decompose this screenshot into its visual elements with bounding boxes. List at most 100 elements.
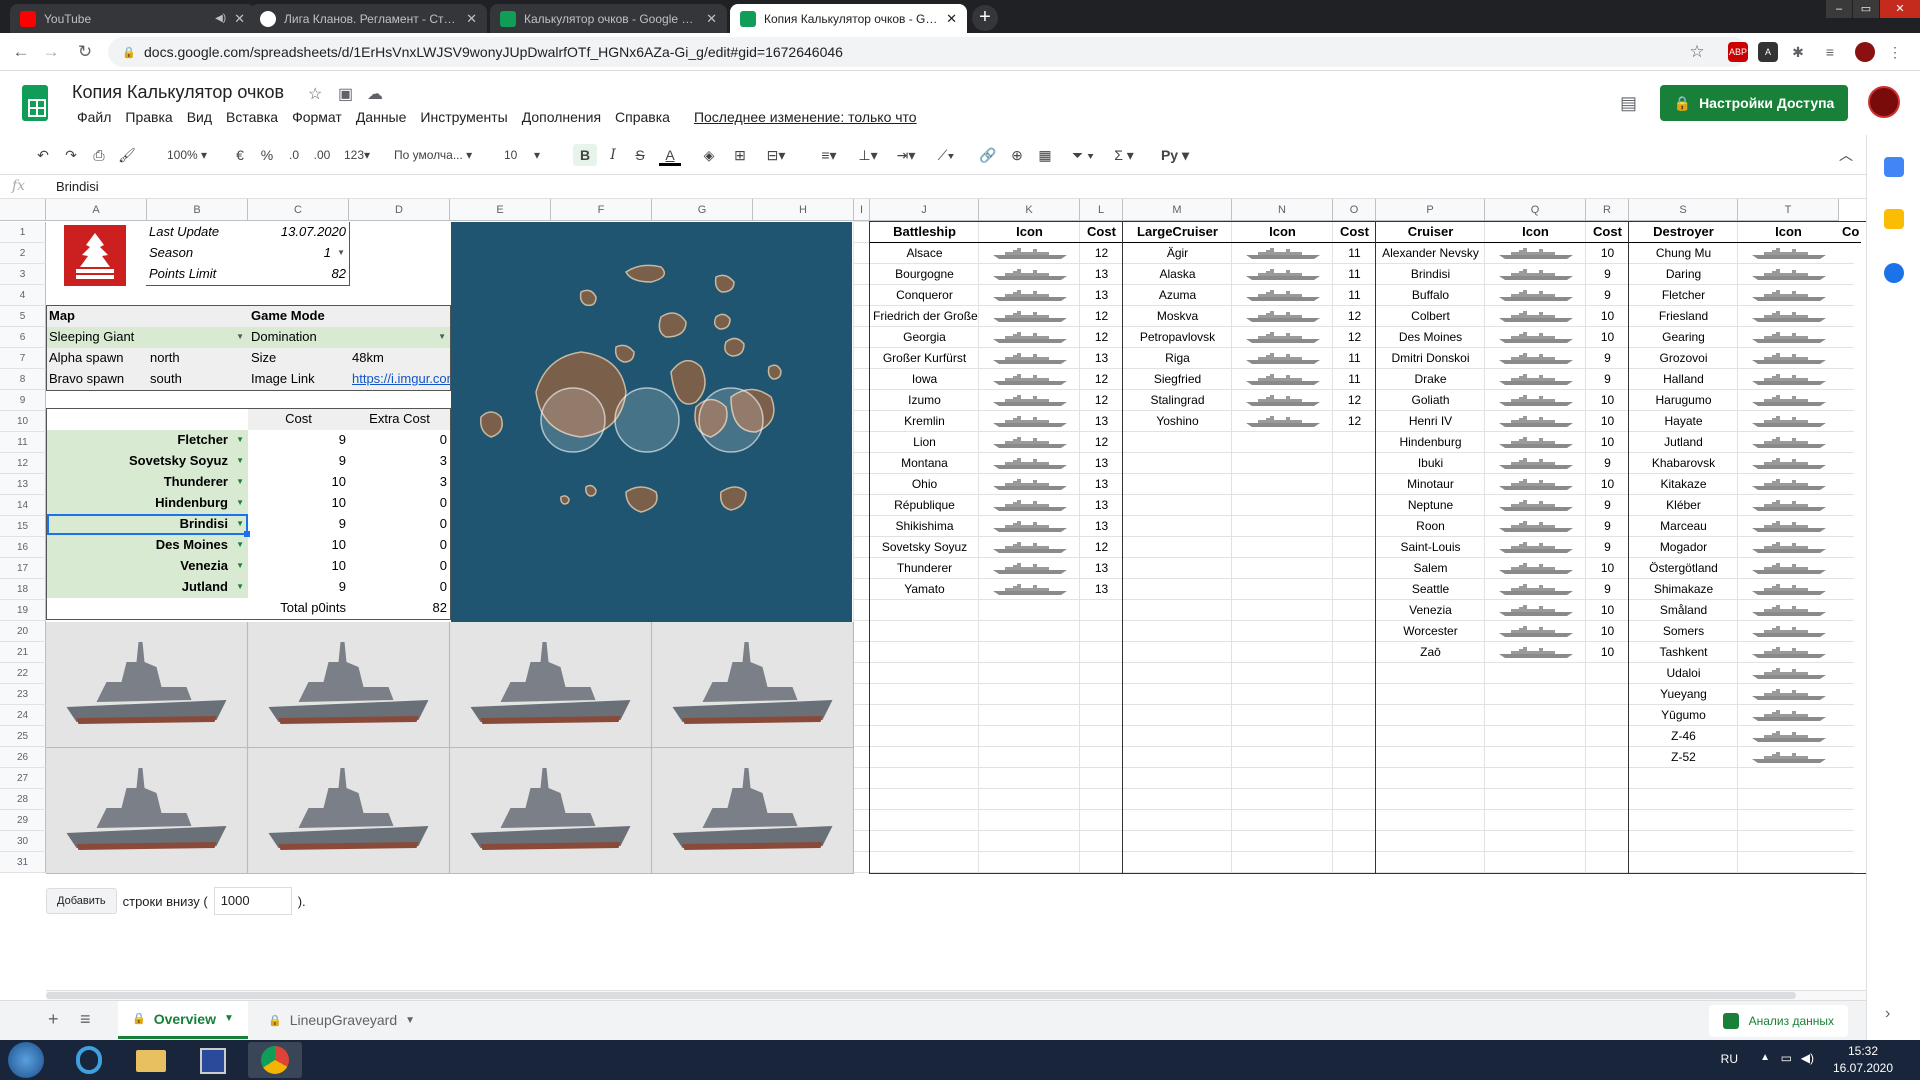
row-header[interactable]: 30 [0, 831, 46, 852]
browser-tab-copy-calculator[interactable]: Копия Калькулятор очков - Goo ✕ [730, 4, 967, 33]
tray-arrow-icon[interactable]: ▲ [1760, 1052, 1770, 1063]
menu-help[interactable]: Справка [608, 109, 677, 125]
merge-cells-icon[interactable]: ⊟▾ [759, 144, 793, 166]
font-select[interactable]: По умолча... ▾ [394, 144, 486, 166]
row-header[interactable]: 10 [0, 411, 46, 432]
row-header[interactable]: 7 [0, 348, 46, 369]
selected-cell-brindisi[interactable] [47, 514, 248, 535]
row-header[interactable]: 18 [0, 579, 46, 600]
fill-color-icon[interactable]: ◈ [698, 144, 720, 166]
save-app-icon[interactable] [186, 1042, 240, 1078]
increase-decimal-button[interactable]: .00 [310, 144, 334, 166]
expand-panel-icon[interactable]: › [1885, 1005, 1890, 1023]
clock-date[interactable]: 16.07.2020 [1828, 1061, 1898, 1075]
row-header[interactable]: 29 [0, 810, 46, 831]
insert-chart-icon[interactable]: ▦ [1034, 144, 1056, 166]
row-header[interactable]: 26 [0, 747, 46, 768]
align-horizontal-icon[interactable]: ≡▾ [814, 144, 844, 166]
star-icon[interactable]: ☆ [308, 84, 322, 104]
network-icon[interactable]: ▭ [1781, 1051, 1792, 1065]
italic-button[interactable]: I [603, 144, 623, 166]
spreadsheet-grid[interactable]: ABCDEFGHIJKLMNOPQRST 1 2 3 4 5 6 7 8 9 10 11 12 13 14… [0, 199, 1866, 990]
volume-icon[interactable]: ◀) [1801, 1051, 1814, 1065]
column-header[interactable]: M [1123, 199, 1232, 221]
zoom-select[interactable]: 100% ▾ [158, 144, 216, 166]
column-header[interactable]: R [1586, 199, 1629, 221]
text-wrap-icon[interactable]: ⇥▾ [890, 144, 922, 166]
row-header[interactable]: 5 [0, 306, 46, 327]
row-header[interactable]: 17 [0, 558, 46, 579]
close-tab-icon[interactable]: ✕ [706, 11, 717, 27]
column-header[interactable]: F [551, 199, 652, 221]
comments-icon[interactable]: ▤ [1620, 93, 1637, 114]
close-tab-icon[interactable]: ✕ [466, 11, 477, 27]
row-header[interactable]: 14 [0, 495, 46, 516]
column-header[interactable]: E [450, 199, 551, 221]
internet-explorer-icon[interactable] [62, 1042, 116, 1078]
row-header[interactable]: 20 [0, 621, 46, 642]
calendar-icon[interactable] [1884, 157, 1904, 177]
percent-button[interactable]: % [258, 144, 276, 166]
chevron-down-icon[interactable]: ▼ [224, 1013, 234, 1024]
row-header[interactable]: 22 [0, 663, 46, 684]
column-header[interactable]: P [1376, 199, 1485, 221]
column-header[interactable]: G [652, 199, 753, 221]
forward-icon[interactable]: → [40, 41, 62, 63]
reload-icon[interactable]: ↻ [74, 41, 96, 63]
row-header[interactable]: 3 [0, 264, 46, 285]
browser-tab-calculator[interactable]: Калькулятор очков - Google Таб ✕ [490, 4, 727, 33]
row-header[interactable]: 28 [0, 789, 46, 810]
row-header[interactable]: 23 [0, 684, 46, 705]
windows-start-icon[interactable] [8, 1042, 44, 1078]
menu-tools[interactable]: Инструменты [413, 109, 514, 125]
currency-button[interactable]: € [232, 144, 248, 166]
browser-tab-youtube[interactable]: YouTube ◀) ✕ [10, 4, 255, 33]
row-header[interactable]: 11 [0, 432, 46, 453]
add-rows-button[interactable]: Добавить [46, 888, 117, 914]
column-header[interactable]: S [1629, 199, 1738, 221]
language-indicator[interactable]: RU [1721, 1052, 1738, 1066]
maximize-icon[interactable]: ▭ [1853, 0, 1879, 18]
filter-icon[interactable]: ⏷ ▾ [1064, 144, 1102, 166]
column-header[interactable]: B [147, 199, 248, 221]
row-header[interactable]: 12 [0, 453, 46, 474]
sheet-tab-overview[interactable]: 🔒 Overview ▼ [118, 1001, 248, 1039]
horizontal-scrollbar[interactable] [46, 990, 1866, 1000]
redo-icon[interactable]: ↷ [60, 144, 82, 166]
browser-menu-icon[interactable]: ⋮ [1885, 42, 1905, 62]
move-folder-icon[interactable]: ▣ [338, 84, 353, 104]
row-header[interactable]: 21 [0, 642, 46, 663]
row-header[interactable]: 9 [0, 390, 46, 411]
file-explorer-icon[interactable] [124, 1042, 178, 1078]
column-header[interactable]: I [854, 199, 870, 221]
close-tab-icon[interactable]: ✕ [946, 11, 957, 27]
column-header[interactable]: H [753, 199, 854, 221]
add-sheet-icon[interactable]: + [48, 1009, 59, 1030]
text-rotation-icon[interactable]: ⟋▾ [930, 144, 962, 166]
browser-tab-reglament[interactable]: Лига Кланов. Регламент - Стран ✕ [250, 4, 487, 33]
bold-button[interactable]: B [573, 144, 597, 166]
row-header[interactable]: 13 [0, 474, 46, 495]
rows-count-input[interactable]: 1000 [213, 887, 292, 915]
select-all-corner[interactable] [0, 199, 46, 221]
row-header[interactable]: 2 [0, 243, 46, 264]
puzzle-icon[interactable]: ✱ [1788, 42, 1808, 62]
last-edit-link[interactable]: Последнее изменение: только что [687, 109, 924, 125]
more-formats-select[interactable]: 123▾ [340, 144, 374, 166]
row-header[interactable]: 6 [0, 327, 46, 348]
chrome-icon[interactable] [248, 1042, 302, 1078]
formula-input[interactable]: Brindisi [56, 179, 99, 194]
row-header[interactable]: 16 [0, 537, 46, 558]
borders-icon[interactable]: ⊞ [729, 144, 751, 166]
column-header[interactable]: Q [1485, 199, 1586, 221]
back-icon[interactable]: ← [10, 41, 32, 63]
menu-addons[interactable]: Дополнения [515, 109, 608, 125]
close-window-icon[interactable]: ✕ [1880, 0, 1920, 18]
column-header[interactable]: O [1333, 199, 1376, 221]
align-vertical-icon[interactable]: ⊥▾ [853, 144, 883, 166]
row-header[interactable]: 24 [0, 705, 46, 726]
undo-icon[interactable]: ↶ [32, 144, 54, 166]
menu-file[interactable]: Файл [70, 109, 118, 125]
fill-handle[interactable] [244, 531, 250, 537]
insert-comment-icon[interactable]: ⊕ [1006, 144, 1028, 166]
